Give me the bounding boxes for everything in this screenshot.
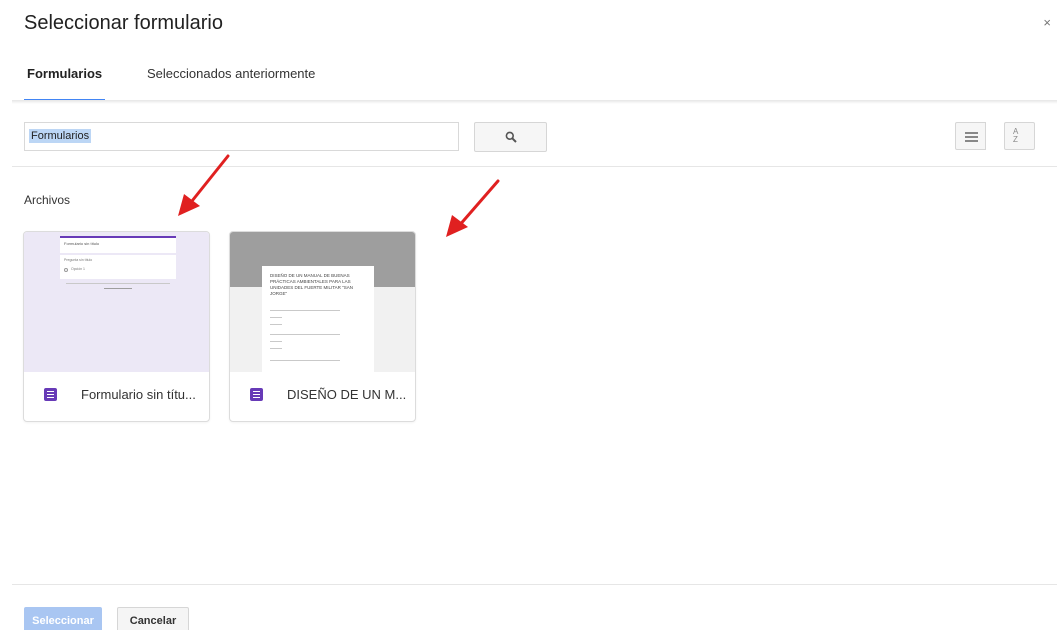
file-thumbnail: Formulario sin título Pregunta sin títul… — [24, 232, 209, 372]
tab-seleccionados-anteriormente[interactable]: Seleccionados anteriormente — [147, 66, 315, 102]
tab-bar-shadow — [12, 100, 1057, 104]
sort-az-icon: A Z — [1013, 128, 1018, 144]
search-button[interactable] — [474, 122, 547, 152]
select-button[interactable]: Seleccionar — [24, 607, 102, 630]
tab-formularios[interactable]: Formularios — [23, 66, 106, 102]
divider — [12, 166, 1057, 167]
file-card[interactable]: DISEÑO DE UN MANUAL DE BUENAS PRÁCTICAS … — [229, 231, 416, 422]
preview-title: Formulario sin título — [64, 241, 100, 246]
file-name: Formulario sin títu... — [81, 387, 196, 402]
list-view-icon — [965, 132, 978, 142]
search-icon — [505, 131, 517, 143]
sort-button[interactable]: A Z — [1004, 122, 1035, 150]
list-view-button[interactable] — [955, 122, 986, 150]
file-card[interactable]: Formulario sin título Pregunta sin títul… — [23, 231, 210, 422]
tab-bar: Formularios Seleccionados anteriormente — [0, 66, 1057, 102]
annotation-arrow-icon — [178, 154, 230, 216]
dialog-title: Seleccionar formulario — [24, 12, 223, 34]
preview-question: Pregunta sin título — [64, 258, 93, 262]
file-name: DISEÑO DE UN M... — [287, 387, 407, 402]
preview-title: DISEÑO DE UN MANUAL DE BUENAS PRÁCTICAS … — [270, 273, 354, 296]
google-forms-icon — [44, 388, 57, 401]
divider — [12, 584, 1057, 585]
sort-label-z: Z — [1013, 135, 1018, 144]
search-input-value: Formularios — [29, 129, 92, 143]
file-thumbnail: DISEÑO DE UN MANUAL DE BUENAS PRÁCTICAS … — [230, 232, 415, 376]
close-icon[interactable]: × — [1043, 15, 1051, 30]
cancel-button[interactable]: Cancelar — [117, 607, 189, 630]
section-label-archivos: Archivos — [24, 193, 71, 207]
annotation-arrow-icon — [446, 179, 500, 237]
google-forms-icon — [250, 388, 263, 401]
preview-option: Opción 1 — [71, 267, 86, 271]
search-input[interactable]: Formularios — [24, 122, 459, 151]
